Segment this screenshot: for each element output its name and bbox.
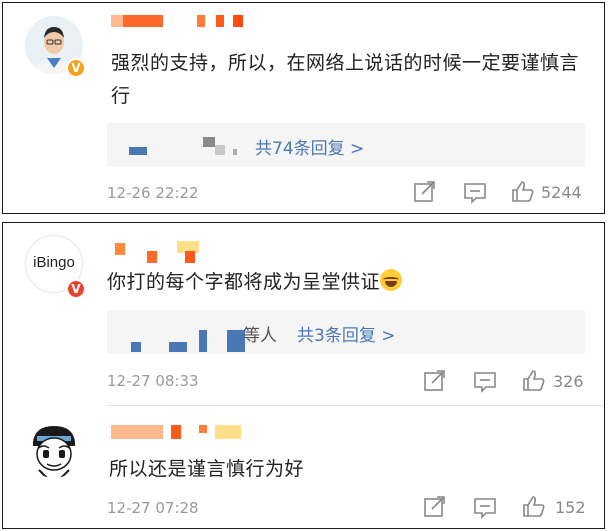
- timestamp: 12-26 22:22: [107, 184, 199, 202]
- reply-preview[interactable]: 共74条回复 >: [107, 123, 585, 167]
- comment-icon[interactable]: [473, 497, 497, 519]
- like-icon[interactable]: [511, 180, 535, 202]
- verified-badge-icon: V: [66, 58, 86, 78]
- username-redacted[interactable]: [111, 15, 243, 27]
- comment-icon[interactable]: [473, 371, 497, 393]
- laughing-emoji-icon: [380, 269, 403, 291]
- share-icon[interactable]: [423, 370, 447, 392]
- like-count: 326: [553, 372, 584, 391]
- reply-preview[interactable]: 等人 共3条回复 >: [107, 310, 585, 354]
- share-icon[interactable]: [423, 496, 447, 518]
- comment-card-1: V 强烈的支持，所以，在网络上说话的时候一定要谨慎言行 共74条回复 > 12-…: [2, 2, 605, 214]
- redacted-block: [233, 149, 237, 155]
- comment-text: 你打的每个字都将成为呈堂供证: [107, 266, 577, 299]
- like-count: 5244: [541, 183, 582, 202]
- comment-text: 所以还是谨言慎行为好: [109, 458, 305, 480]
- redacted-block: [131, 342, 141, 352]
- share-icon[interactable]: [413, 181, 437, 203]
- redacted-block: [169, 342, 187, 352]
- username-redacted[interactable]: [111, 425, 241, 439]
- redacted-block: [203, 137, 215, 147]
- comment-icon[interactable]: [463, 182, 487, 204]
- timestamp: 12-27 07:28: [107, 499, 199, 517]
- like-count: 152: [555, 498, 586, 517]
- redacted-block: [129, 147, 147, 155]
- username-redacted[interactable]: [115, 241, 215, 263]
- view-replies-link[interactable]: 共74条回复 >: [255, 134, 364, 159]
- like-icon[interactable]: [522, 369, 546, 391]
- comment-text: 强烈的支持，所以，在网络上说话的时候一定要谨慎言行: [111, 52, 580, 107]
- avatar-label: iBingo: [33, 254, 75, 271]
- avatar[interactable]: [25, 420, 83, 478]
- timestamp: 12-27 08:33: [107, 372, 199, 390]
- redacted-block: [199, 330, 207, 352]
- comment-divider: [107, 405, 604, 406]
- like-icon[interactable]: [522, 495, 546, 517]
- verified-badge-icon: V: [66, 279, 86, 299]
- comment-text-body: 你打的每个字都将成为呈堂供证: [107, 271, 381, 293]
- reply-authors-suffix: 等人: [243, 326, 277, 346]
- redacted-block: [215, 145, 225, 155]
- view-replies-link[interactable]: 共3条回复 >: [297, 321, 395, 346]
- comment-list-panel: iBingo V 你打的每个字都将成为呈堂供证 等人 共3条回复 > 12-27…: [2, 222, 605, 529]
